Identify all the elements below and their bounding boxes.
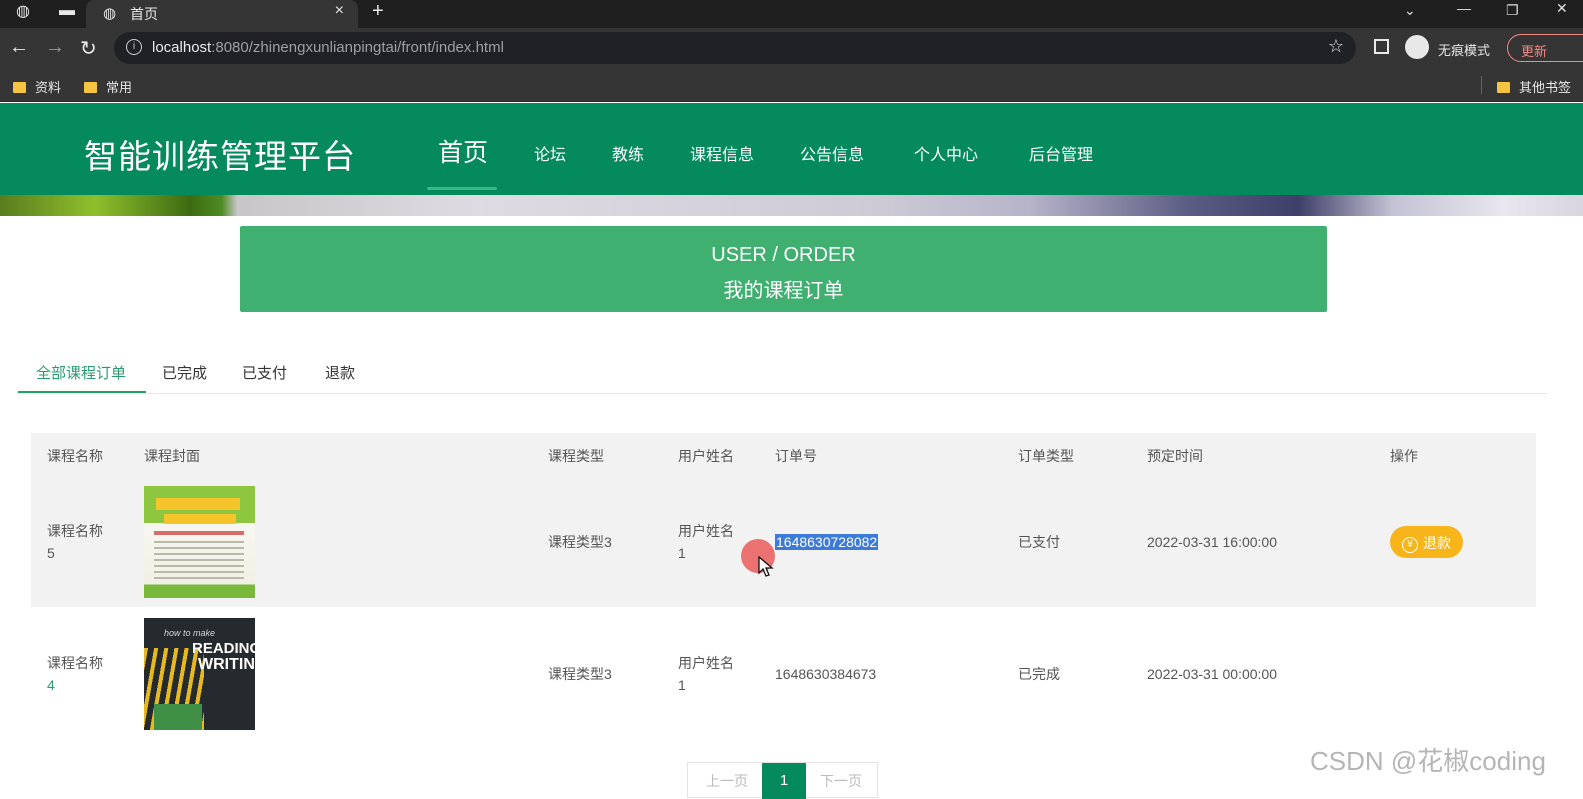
- column-header-actions: 操作: [1390, 448, 1418, 464]
- site-info-icon[interactable]: i: [126, 39, 142, 55]
- reload-icon[interactable]: ↻: [80, 36, 97, 61]
- column-header-order-no: 订单号: [775, 448, 817, 464]
- cover-text-block: [154, 531, 244, 535]
- booking-time-cell: 2022-03-31 00:00:00: [1147, 666, 1277, 682]
- browser-tab-strip: ◍ ▬ ◍ 首页 × + ⌄ — ❐ ✕: [0, 0, 1583, 28]
- tab-all-orders[interactable]: 全部课程订单: [36, 362, 126, 383]
- mouse-pointer-icon: [758, 556, 774, 577]
- forward-icon[interactable]: →: [45, 36, 65, 59]
- booking-time-cell: 2022-03-31 16:00:00: [1147, 534, 1277, 550]
- address-bar[interactable]: i localhost:8080/zhinengxunlianpingtai/f…: [114, 32, 1356, 64]
- globe-icon[interactable]: ◍: [16, 3, 30, 21]
- folder-icon: [84, 82, 97, 93]
- tab-paid[interactable]: 已支付: [242, 362, 287, 383]
- cover-text-block: [164, 514, 236, 524]
- user-name-cell: 用户姓名 1: [678, 523, 734, 561]
- tab-close-icon[interactable]: ×: [335, 2, 344, 20]
- cover-text-block: [156, 498, 240, 510]
- minimize-icon[interactable]: —: [1457, 0, 1471, 16]
- column-header-course-name: 课程名称: [47, 448, 103, 464]
- order-title-en: USER / ORDER: [711, 244, 856, 266]
- user-name-cell: 用户姓名 1: [678, 655, 734, 693]
- update-button[interactable]: 更新: [1507, 34, 1583, 62]
- cover-text: how to make: [164, 628, 216, 638]
- tab-overview-icon[interactable]: ▬: [59, 2, 75, 20]
- browser-toolbar: ← → ↻ i localhost:8080/zhinengxunlianpin…: [0, 28, 1583, 68]
- course-cover-image[interactable]: how to make READING WRITING: [144, 618, 255, 730]
- tab-active-underline: [18, 391, 146, 393]
- bookmarks-bar: 资料 常用 其他书签: [0, 68, 1583, 102]
- page-1-button[interactable]: 1: [762, 763, 806, 799]
- column-header-cover: 课程封面: [144, 448, 200, 464]
- side-panel-icon[interactable]: [1374, 39, 1389, 54]
- banner-image: [0, 195, 1583, 216]
- course-name-cell: 课程名称 5: [47, 523, 103, 561]
- nav-forum[interactable]: 论坛: [534, 141, 566, 165]
- tab-favicon-icon: ◍: [103, 5, 117, 22]
- back-icon[interactable]: ←: [9, 36, 29, 59]
- tab-title: 首页: [130, 6, 158, 22]
- course-type-cell: 课程类型3: [548, 666, 612, 682]
- browser-tab[interactable]: ◍ 首页 ×: [86, 0, 358, 28]
- restore-icon[interactable]: ❐: [1506, 2, 1519, 19]
- folder-icon: [1497, 82, 1510, 93]
- cover-text-lines: [154, 541, 244, 581]
- column-header-user-name: 用户姓名: [678, 448, 734, 464]
- window-close-icon[interactable]: ✕: [1556, 0, 1568, 17]
- cover-cup: [154, 704, 202, 730]
- pagination: 上一页 1 下一页: [687, 762, 878, 799]
- refund-button[interactable]: ¥ 退款: [1390, 526, 1463, 558]
- nav-courses[interactable]: 课程信息: [690, 141, 754, 165]
- incognito-label: 无痕模式: [1438, 43, 1491, 58]
- nav-profile[interactable]: 个人中心: [914, 141, 978, 165]
- cover-text: WRITING: [198, 656, 255, 673]
- bookmark-star-icon[interactable]: ☆: [1328, 36, 1344, 57]
- bookmark-folder-ziliao[interactable]: 资料: [13, 77, 61, 96]
- order-title-zh: 我的课程订单: [723, 280, 844, 302]
- incognito-icon[interactable]: [1405, 35, 1429, 59]
- yen-icon: ¥: [1402, 537, 1418, 553]
- order-no-cell[interactable]: 1648630728082: [775, 531, 879, 553]
- order-type-cell: 已完成: [1018, 666, 1060, 682]
- cover-text: READING: [192, 640, 255, 657]
- bookmarks-separator: [1481, 76, 1482, 94]
- nav-coach[interactable]: 教练: [612, 141, 644, 165]
- selected-order-no[interactable]: 1648630728082: [775, 534, 879, 550]
- nav-home[interactable]: 首页: [438, 133, 488, 169]
- tab-completed[interactable]: 已完成: [162, 362, 207, 383]
- bookmark-folder-other[interactable]: 其他书签: [1497, 77, 1571, 96]
- nav-notices[interactable]: 公告信息: [800, 141, 864, 165]
- prev-page-button[interactable]: 上一页: [706, 771, 748, 791]
- order-tabs: 全部课程订单 已完成 已支付 退款: [18, 356, 1547, 394]
- url-text: localhost:8080/zhinengxunlianpingtai/fro…: [152, 39, 504, 56]
- watermark: CSDN @花椒coding: [1310, 746, 1546, 776]
- table-row: 课程名称4 how to make READING WRITING 课程类型3 …: [31, 607, 1536, 737]
- nav-active-underline: [427, 187, 497, 190]
- folder-icon: [13, 82, 26, 93]
- course-type-cell: 课程类型3: [548, 534, 612, 550]
- nav-admin[interactable]: 后台管理: [1029, 141, 1093, 165]
- tab-refund[interactable]: 退款: [325, 362, 355, 383]
- column-header-order-type: 订单类型: [1018, 448, 1074, 464]
- order-no-cell: 1648630384673: [775, 666, 877, 682]
- table-header: 课程名称 课程封面 课程类型 用户姓名 订单号 订单类型 预定时间 操作: [31, 433, 1536, 477]
- new-tab-icon[interactable]: +: [372, 0, 384, 23]
- column-header-course-type: 课程类型: [548, 448, 604, 464]
- table-row: 课程名称 5 课程类型3 用户姓名 1 1648630728082 已支付 2022…: [31, 477, 1536, 607]
- site-header: 智能训练管理平台 首页 论坛 教练 课程信息 公告信息 个人中心 后台管理: [0, 103, 1583, 195]
- course-cover-image[interactable]: [144, 486, 255, 598]
- tab-search-icon[interactable]: ⌄: [1404, 2, 1416, 19]
- site-brand[interactable]: 智能训练管理平台: [84, 130, 356, 178]
- column-header-booking-time: 预定时间: [1147, 448, 1203, 464]
- course-name-cell: 课程名称 4: [47, 655, 103, 693]
- next-page-button[interactable]: 下一页: [820, 771, 862, 791]
- order-type-cell: 已支付: [1018, 534, 1060, 550]
- order-section-title: USER / ORDER 我的课程订单: [240, 226, 1327, 312]
- bookmark-folder-changyong[interactable]: 常用: [84, 77, 132, 96]
